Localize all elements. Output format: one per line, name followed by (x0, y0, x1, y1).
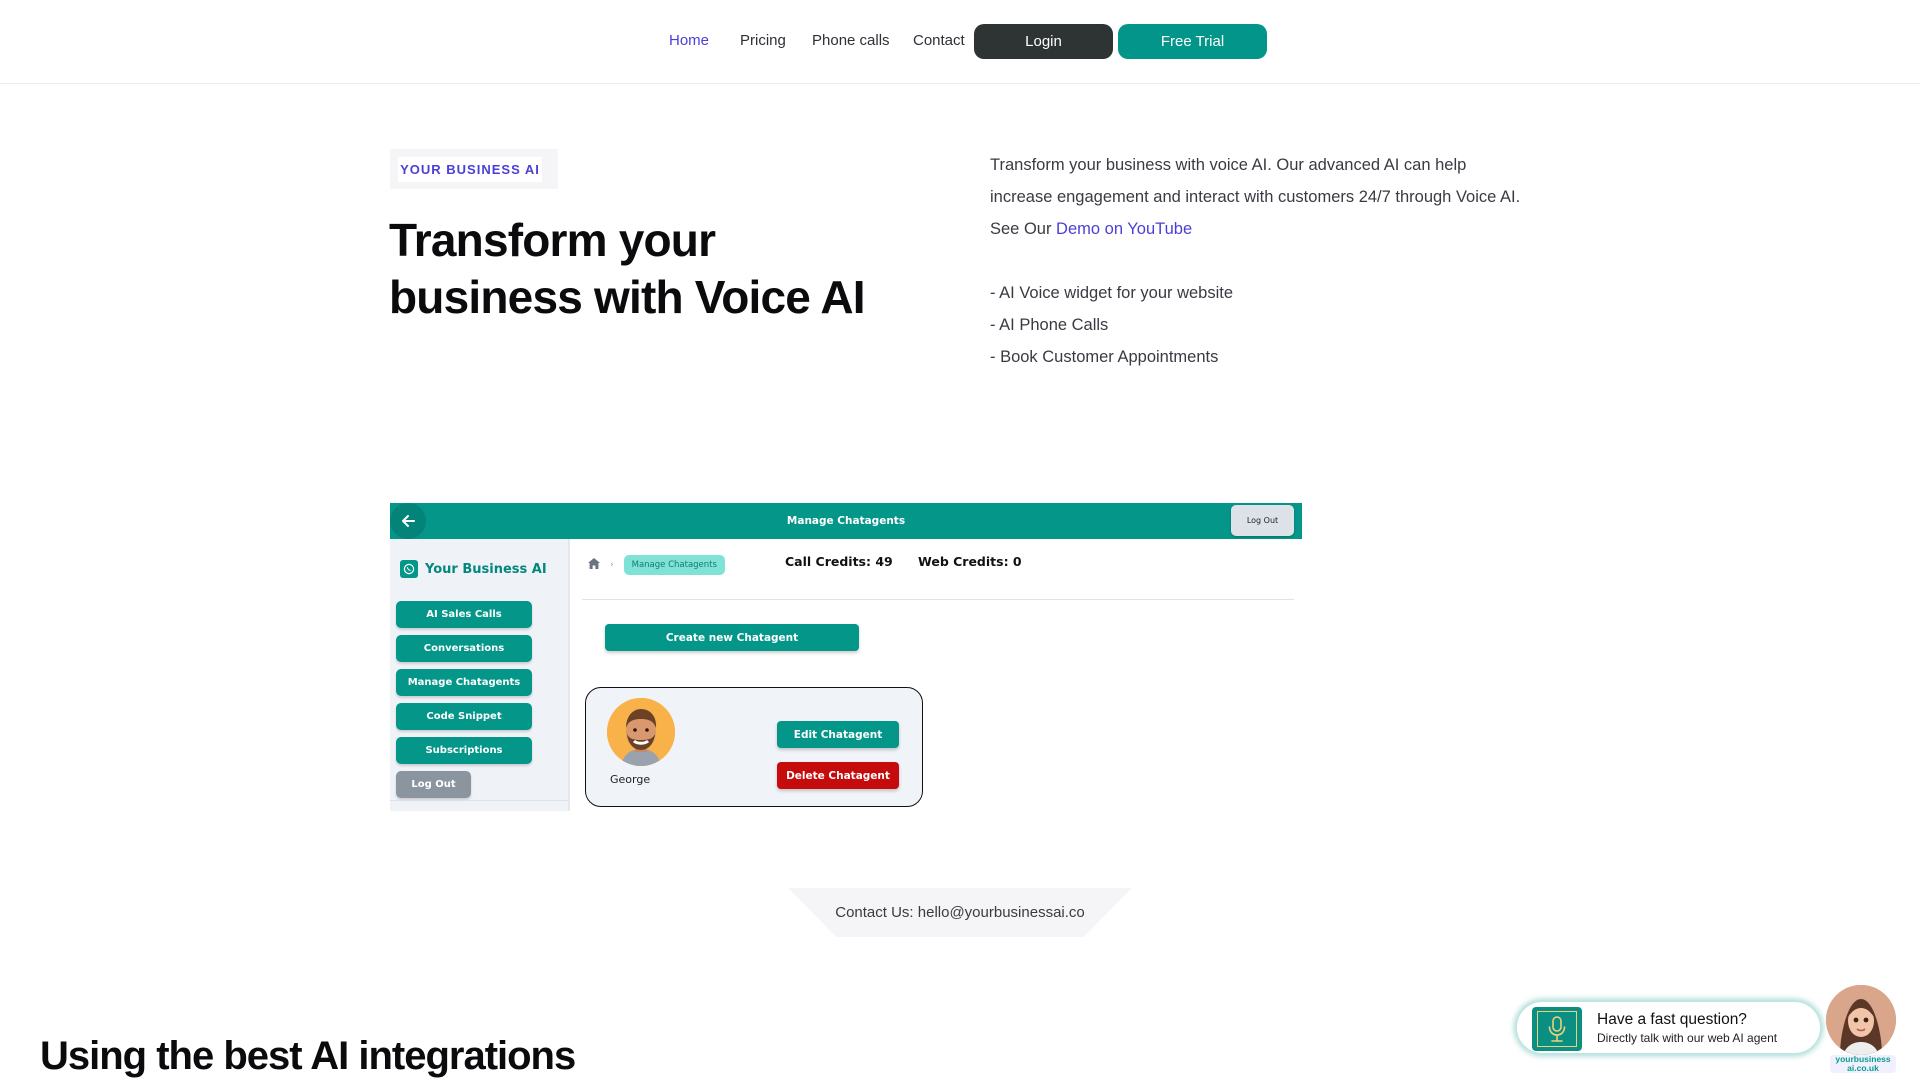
web-credits: Web Credits: 0 (918, 554, 1022, 569)
app-brand-name: Your Business AI (425, 561, 547, 577)
contact-banner: Contact Us: hello@yourbusinessai.co (788, 888, 1132, 937)
nav-home[interactable]: Home (669, 32, 709, 49)
microphone-icon-frame (1537, 1011, 1577, 1047)
demo-prefix: See Our (990, 220, 1057, 238)
integrations-heading: Using the best AI integrations (40, 1034, 576, 1078)
voice-agent-widget[interactable]: Have a fast question? Directly talk with… (1516, 1001, 1821, 1054)
hero-description-text: Transform your business with voice AI. O… (990, 156, 1521, 206)
ai-agent-avatar[interactable] (1826, 985, 1896, 1055)
hero-badge: YOUR BUSINESS AI (390, 149, 558, 189)
sidebar-manage-chatagents: Manage Chatagents (396, 669, 532, 696)
sidebar-code-snippet: Code Snippet (396, 703, 532, 730)
widget-subtitle: Directly talk with our web AI agent (1597, 1031, 1778, 1045)
hero-badge-text: YOUR BUSINESS AI (400, 162, 540, 177)
top-navigation: Home Pricing Phone calls Contact Login F… (0, 0, 1920, 84)
agent-card: George Edit Chatagent Delete Chatagent (585, 687, 923, 807)
sidebar-conversations: Conversations (396, 635, 532, 662)
hero-description: Transform your business with voice AI. O… (990, 149, 1530, 373)
app-preview-screenshot: Manage Chatagents Log Out Your Business … (390, 503, 1302, 811)
sidebar-divider (390, 800, 568, 801)
widget-brand-label: yourbusiness ai.co.uk (1830, 1055, 1896, 1073)
nav-contact[interactable]: Contact (913, 32, 965, 49)
breadcrumb: › Manage Chatagents (588, 555, 725, 575)
create-chatagent-button: Create new Chatagent (605, 624, 859, 651)
call-credits: Call Credits: 49 (785, 554, 893, 569)
breadcrumb-current: Manage Chatagents (623, 555, 725, 575)
content-divider (582, 599, 1294, 600)
nav-phone-calls[interactable]: Phone calls (812, 32, 890, 49)
agent-name: George (610, 773, 651, 786)
home-icon (588, 558, 600, 572)
sidebar-logout: Log Out (396, 771, 471, 798)
feature-item: - Book Customer Appointments (990, 348, 1219, 366)
sidebar-subscriptions: Subscriptions (396, 737, 532, 764)
free-trial-button[interactable]: Free Trial (1118, 24, 1267, 59)
edit-chatagent-button: Edit Chatagent (777, 721, 899, 748)
widget-title: Have a fast question? (1597, 1011, 1747, 1028)
youtube-demo-link[interactable]: Demo on YouTube (1056, 220, 1192, 238)
delete-chatagent-button: Delete Chatagent (777, 762, 899, 789)
app-sidebar: Your Business AI AI Sales Calls Conversa… (390, 539, 570, 811)
microphone-icon[interactable] (1532, 1007, 1582, 1051)
sidebar-ai-sales-calls: AI Sales Calls (396, 601, 532, 628)
feature-item: - AI Voice widget for your website (990, 284, 1234, 302)
chevron-right-icon: › (610, 560, 614, 570)
hero-title: Transform your business with Voice AI (389, 214, 866, 323)
app-header-title: Manage Chatagents (786, 515, 906, 527)
arrow-left-icon (390, 503, 426, 539)
hero-badge-inner: YOUR BUSINESS AI (398, 157, 542, 182)
feature-item: - AI Phone Calls (990, 316, 1109, 334)
nav-pricing[interactable]: Pricing (740, 32, 786, 49)
app-header: Manage Chatagents Log Out (390, 503, 1302, 539)
demo-line: See Our Demo on YouTube (990, 213, 1530, 245)
whatsapp-icon (400, 560, 418, 578)
app-logout-button: Log Out (1231, 505, 1294, 536)
app-brand: Your Business AI (400, 560, 547, 578)
login-button[interactable]: Login (974, 24, 1113, 59)
agent-avatar (607, 698, 675, 766)
